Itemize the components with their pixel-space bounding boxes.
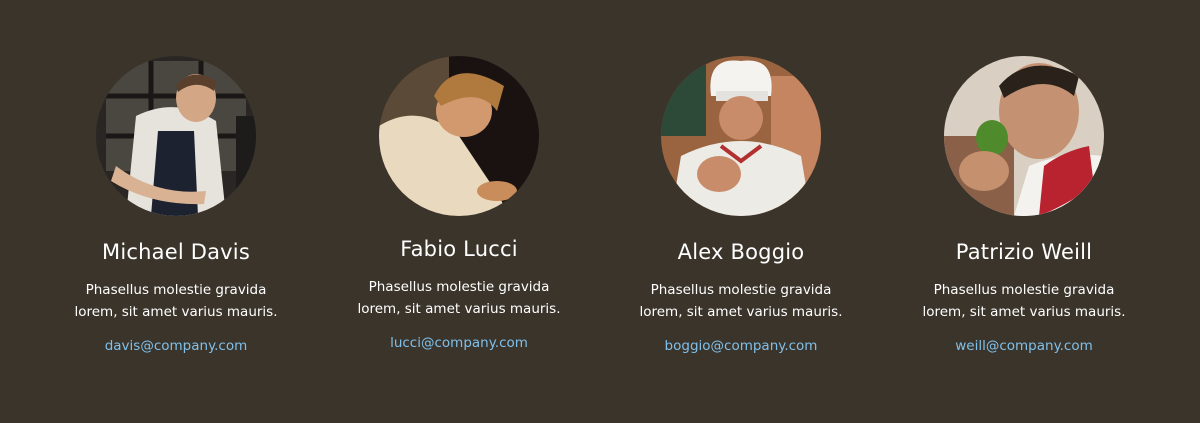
member-name: Alex Boggio <box>677 240 805 264</box>
member-name: Michael Davis <box>102 240 250 264</box>
member-description: Phasellus molestie gravida lorem, sit am… <box>74 282 278 320</box>
member-email-link[interactable]: boggio@company.com <box>591 336 891 356</box>
member-email-link[interactable]: weill@company.com <box>874 336 1174 356</box>
chef-cooking-photo <box>379 56 539 216</box>
chef-in-toque-photo <box>661 56 821 216</box>
team-section: Michael Davis Phasellus molestie gravida… <box>0 0 1200 423</box>
member-name: Fabio Lucci <box>400 237 518 261</box>
member-description: Phasellus molestie gravida lorem, sit am… <box>922 282 1126 320</box>
member-email-link[interactable]: lucci@company.com <box>309 333 609 353</box>
member-email-link[interactable]: davis@company.com <box>26 336 326 356</box>
chef-smelling-herbs-photo <box>944 56 1104 216</box>
member-description: Phasellus molestie gravida lorem, sit am… <box>357 279 561 317</box>
chef-at-counter-photo <box>96 56 256 216</box>
member-description: Phasellus molestie gravida lorem, sit am… <box>639 282 843 320</box>
member-name: Patrizio Weill <box>955 240 1093 264</box>
